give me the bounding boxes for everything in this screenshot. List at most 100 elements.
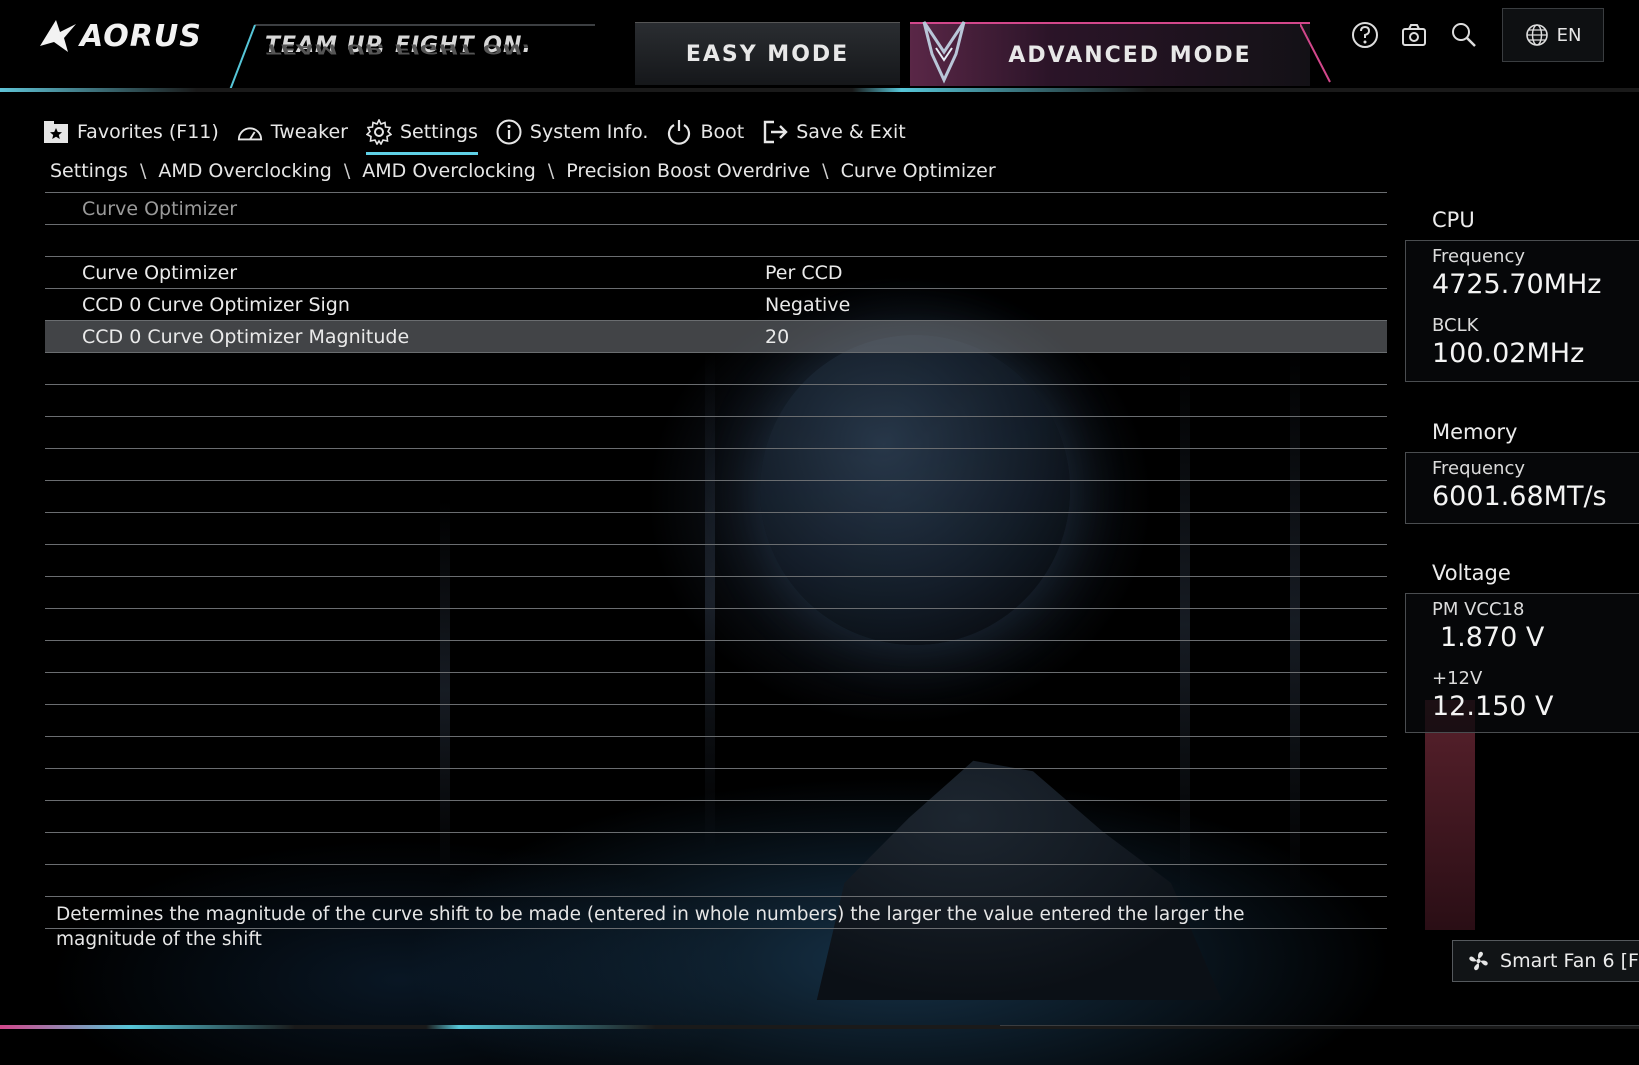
setting-row-curve-optimizer[interactable]: Curve Optimizer Per CCD — [45, 257, 1387, 289]
tab-save-exit[interactable]: Save & Exit — [762, 113, 906, 151]
cpu-info-box: Frequency 4725.70MHz BCLK 100.02MHz — [1405, 240, 1639, 382]
background-red-banner — [1425, 700, 1475, 930]
setting-label: CCD 0 Curve Optimizer Magnitude — [82, 325, 410, 348]
setting-value[interactable]: Negative — [765, 294, 850, 316]
globe-icon — [1525, 24, 1548, 46]
empty-row — [45, 545, 1387, 577]
breadcrumb-item[interactable]: AMD Overclocking — [362, 160, 536, 182]
aorus-eagle-icon — [40, 20, 76, 52]
breadcrumb-item[interactable]: Precision Boost Overdrive — [566, 160, 810, 182]
memory-frequency-label: Frequency — [1432, 458, 1525, 479]
breadcrumb-separator: \ — [139, 160, 147, 182]
breadcrumb-separator: \ — [547, 160, 555, 182]
advanced-mode-edge — [1300, 23, 1331, 83]
empty-row — [45, 513, 1387, 545]
tab-favorites[interactable]: Favorites (F11) — [43, 113, 219, 151]
breadcrumb-item[interactable]: AMD Overclocking — [158, 160, 332, 182]
setting-row-ccd0-sign[interactable]: CCD 0 Curve Optimizer Sign Negative — [45, 289, 1387, 321]
empty-row — [45, 385, 1387, 417]
empty-row — [45, 833, 1387, 865]
advanced-mode-label: ADVANCED MODE — [1008, 42, 1252, 68]
voltage-title: Voltage — [1432, 561, 1511, 585]
help-icon — [1352, 22, 1378, 48]
empty-row — [45, 641, 1387, 673]
screenshot-icon — [1402, 24, 1426, 46]
aorus-falcon-icon — [922, 21, 966, 84]
setting-value[interactable]: 20 — [765, 326, 789, 348]
aorus-logo: AORUS — [38, 14, 210, 58]
language-label: EN — [1556, 24, 1582, 46]
pm-vcc18-label: PM VCC18 — [1432, 599, 1525, 620]
empty-row — [45, 577, 1387, 609]
help-button[interactable] — [1348, 18, 1382, 52]
tagline-reflection: TEAM UP. FIGHT ON. — [265, 41, 532, 56]
setting-label: CCD 0 Curve Optimizer Sign — [82, 293, 350, 316]
settings-list: Curve Optimizer Curve Optimizer Per CCD … — [45, 192, 1387, 929]
setting-value[interactable]: Per CCD — [765, 262, 842, 284]
tab-settings-label: Settings — [399, 121, 478, 143]
gear-icon — [365, 119, 392, 145]
screenshot-button[interactable] — [1397, 18, 1431, 52]
v12-value: 12.150 V — [1432, 691, 1554, 722]
easy-mode-button[interactable]: EASY MODE — [635, 22, 900, 85]
fan-icon — [1469, 951, 1488, 971]
tab-save-exit-label: Save & Exit — [796, 121, 906, 143]
breadcrumb-separator: \ — [822, 160, 829, 182]
setting-label: Curve Optimizer — [82, 261, 238, 284]
tab-boot[interactable]: Boot — [666, 113, 744, 151]
empty-row — [45, 705, 1387, 737]
breadcrumb: Settings \ AMD Overclocking \ AMD Overclocki… — [50, 160, 996, 182]
empty-row — [45, 865, 1387, 897]
easy-mode-label: EASY MODE — [685, 41, 850, 67]
cpu-title: CPU — [1432, 208, 1475, 232]
empty-row — [45, 449, 1387, 481]
help-description: Determines the magnitude of the curve sh… — [56, 904, 1245, 950]
power-icon — [666, 119, 692, 145]
spacer-row — [45, 225, 1387, 257]
exit-icon — [762, 119, 788, 145]
bclk-value: 100.02MHz — [1432, 338, 1585, 369]
speedometer-icon — [237, 119, 263, 145]
v12-label: +12V — [1432, 668, 1483, 689]
language-selector[interactable]: EN — [1502, 8, 1604, 62]
search-icon — [1452, 23, 1476, 47]
breadcrumb-item[interactable]: Settings — [50, 160, 128, 182]
empty-row — [45, 481, 1387, 513]
cpu-frequency-value: 4725.70MHz — [1432, 269, 1602, 300]
empty-row — [45, 801, 1387, 833]
star-folder-icon — [43, 119, 69, 145]
setting-row-ccd0-magnitude[interactable]: CCD 0 Curve Optimizer Magnitude 20 — [45, 321, 1387, 353]
top-header: AORUS TEAM UP. FIGHT ON. TEAM UP. FIGHT … — [0, 0, 1639, 100]
section-header-row: Curve Optimizer — [45, 192, 1387, 225]
info-icon — [496, 119, 522, 145]
empty-row — [45, 737, 1387, 769]
voltage-info-box: PM VCC18 1.870 V +12V 12.150 V — [1405, 593, 1639, 733]
header-divider — [0, 88, 1639, 92]
footer-frame — [1000, 1025, 1639, 1046]
empty-row — [45, 417, 1387, 449]
empty-row — [45, 673, 1387, 705]
tab-settings[interactable]: Settings — [365, 113, 478, 155]
memory-frequency-value: 6001.68MT/s — [1432, 481, 1607, 512]
memory-title: Memory — [1432, 420, 1518, 444]
breadcrumb-item-current: Curve Optimizer — [840, 160, 996, 182]
pm-vcc18-value: 1.870 V — [1440, 622, 1545, 653]
tab-boot-label: Boot — [700, 121, 745, 143]
empty-row — [45, 609, 1387, 641]
tab-system-info[interactable]: System Info. — [496, 113, 649, 151]
tab-system-info-label: System Info. — [529, 121, 649, 143]
smart-fan-button[interactable]: Smart Fan 6 [F6 — [1452, 940, 1639, 982]
memory-info-box: Frequency 6001.68MT/s — [1405, 452, 1639, 524]
breadcrumb-separator: \ — [343, 160, 351, 182]
tab-tweaker[interactable]: Tweaker — [237, 113, 348, 151]
smart-fan-label: Smart Fan 6 [F6 — [1500, 950, 1639, 972]
tab-favorites-label: Favorites (F11) — [77, 121, 219, 143]
advanced-mode-button[interactable]: ADVANCED MODE — [910, 21, 1310, 86]
tab-tweaker-label: Tweaker — [270, 121, 348, 143]
empty-row — [45, 353, 1387, 385]
empty-row — [45, 769, 1387, 801]
section-title: Curve Optimizer — [82, 197, 238, 220]
search-button[interactable] — [1447, 18, 1481, 52]
brand-name: AORUS — [80, 18, 202, 54]
main-nav: Favorites (F11) Tweaker Settings System … — [43, 112, 924, 155]
